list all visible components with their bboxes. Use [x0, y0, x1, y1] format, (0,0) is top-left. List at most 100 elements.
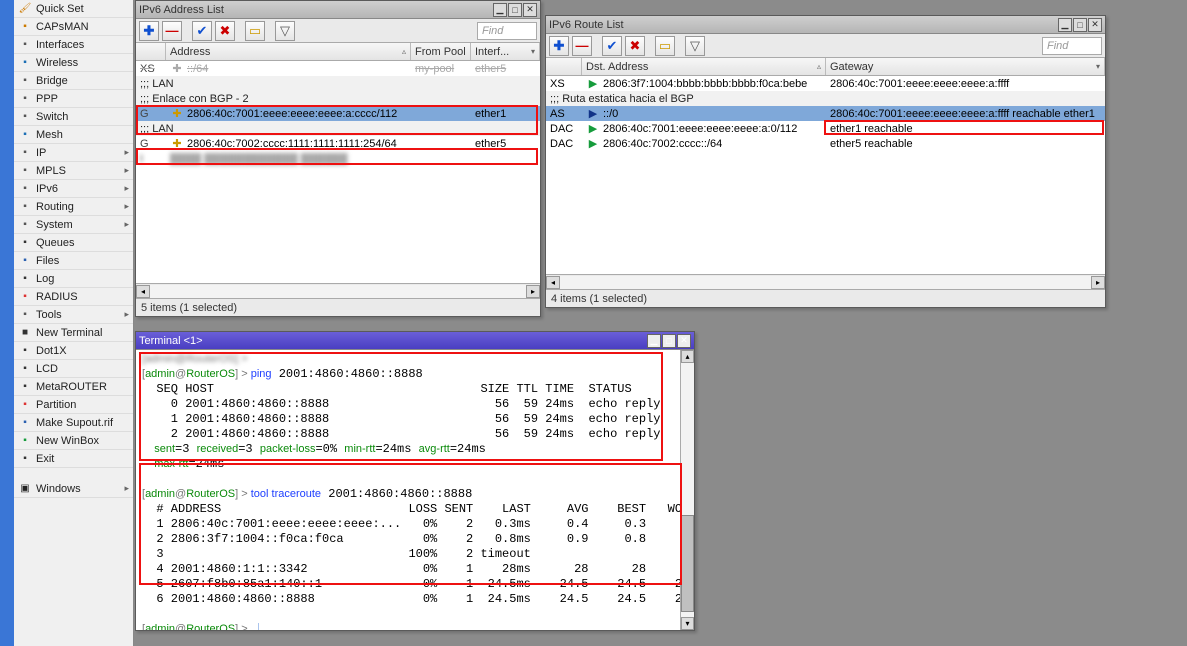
sidebar-item-tools[interactable]: ▪Tools▸ [14, 306, 133, 324]
titlebar[interactable]: IPv6 Route List ▁ □ ✕ [546, 16, 1105, 34]
table-row[interactable]: AS▶::/02806:40c:7001:eeee:eeee:eeee:a:ff… [546, 106, 1105, 121]
sidebar-item-bridge[interactable]: ▪Bridge [14, 72, 133, 90]
scroll-right-button[interactable]: ▸ [526, 285, 540, 298]
terminal-output[interactable]: [admin@RouterOS] > [admin@RouterOS] > pi… [136, 350, 680, 630]
menu-icon: ▪ [18, 182, 32, 196]
table-row[interactable]: DAC▶2806:40c:7002:cccc::/64ether5 reacha… [546, 136, 1105, 151]
maximize-button[interactable]: □ [1073, 18, 1087, 32]
maximize-button[interactable]: □ [662, 334, 676, 348]
scroll-left-button[interactable]: ◂ [546, 276, 560, 289]
sidebar-item-lcd[interactable]: ▪LCD [14, 360, 133, 378]
sidebar-item-interfaces[interactable]: ▪Interfaces [14, 36, 133, 54]
sidebar-item-radius[interactable]: ▪RADIUS [14, 288, 133, 306]
sidebar-item-new-winbox[interactable]: ▪New WinBox [14, 432, 133, 450]
sidebar-item-queues[interactable]: ▪Queues [14, 234, 133, 252]
scroll-thumb[interactable] [681, 515, 694, 612]
col-flag[interactable] [136, 43, 166, 60]
enable-button[interactable]: ✔ [192, 21, 212, 41]
col-dst[interactable]: Dst. Address▵ [582, 58, 826, 75]
add-button[interactable]: ✚ [139, 21, 159, 41]
sidebar-item-mesh[interactable]: ▪Mesh [14, 126, 133, 144]
maximize-button[interactable]: □ [508, 3, 522, 17]
filter-button[interactable]: ▽ [685, 36, 705, 56]
table-row[interactable]: DAC▶2806:40c:7001:eeee:eeee:eeee:a:0/112… [546, 121, 1105, 136]
sidebar-item-partition[interactable]: ▪Partition [14, 396, 133, 414]
sidebar-item-ip[interactable]: ▪IP▸ [14, 144, 133, 162]
sidebar-item-ipv6[interactable]: ▪IPv6▸ [14, 180, 133, 198]
vscrollbar[interactable]: ▴ ▾ [680, 350, 694, 630]
sidebar-handle [0, 0, 14, 646]
sidebar-item-wireless[interactable]: ▪Wireless [14, 54, 133, 72]
toolbar: ✚ — ✔ ✖ ▭ ▽ Find [136, 19, 540, 43]
terminal-window: Terminal <1> ▁ □ ✕ [admin@RouterOS] > [a… [135, 331, 695, 631]
sidebar-item-metarouter[interactable]: ▪MetaROUTER [14, 378, 133, 396]
menu-icon: ▪ [18, 56, 32, 70]
col-gateway[interactable]: Gateway▾ [826, 58, 1105, 75]
table-row[interactable]: G✚2806:40c:7002:cccc:1111:1111:1111:254/… [136, 136, 540, 151]
sidebar-item-dot1x[interactable]: ▪Dot1X [14, 342, 133, 360]
sidebar-item-routing[interactable]: ▪Routing▸ [14, 198, 133, 216]
titlebar[interactable]: Terminal <1> ▁ □ ✕ [136, 332, 694, 350]
sort-icon: ▵ [402, 47, 406, 56]
table-row[interactable]: G✚2806:40c:7001:eeee:eeee:eeee:a:cccc/11… [136, 106, 540, 121]
col-address[interactable]: Address▵ [166, 43, 411, 60]
sidebar-item-windows[interactable]: ▣Windows▸ [14, 480, 133, 498]
col-flag[interactable] [546, 58, 582, 75]
table-row[interactable]: XS▶2806:3f7:1004:bbbb:bbbb:bbbb:f0ca:beb… [546, 76, 1105, 91]
menu-icon: ▪ [18, 380, 32, 394]
comment-row: ;;; LAN [136, 78, 178, 90]
sidebar-item-new-terminal[interactable]: ■New Terminal [14, 324, 133, 342]
remove-button[interactable]: — [572, 36, 592, 56]
hscrollbar[interactable]: ◂▸ [546, 274, 1105, 289]
sidebar-item-quick-set[interactable]: 🖌Quick Set [14, 0, 133, 18]
window-title: IPv6 Address List [139, 4, 492, 16]
sidebar-item-exit[interactable]: ▪Exit [14, 450, 133, 468]
sidebar-item-switch[interactable]: ▪Switch [14, 108, 133, 126]
menu-icon: ▪ [18, 164, 32, 178]
sidebar-item-ppp[interactable]: ▪PPP [14, 90, 133, 108]
hscrollbar[interactable]: ◂▸ [136, 283, 540, 298]
sidebar-item-files[interactable]: ▪Files [14, 252, 133, 270]
close-button[interactable]: ✕ [677, 334, 691, 348]
comment-button[interactable]: ▭ [245, 21, 265, 41]
remove-button[interactable]: — [162, 21, 182, 41]
status-bar: 5 items (1 selected) [136, 298, 540, 316]
windows-icon: ▣ [18, 482, 32, 496]
disable-button[interactable]: ✖ [625, 36, 645, 56]
sidebar-label: Bridge [36, 75, 68, 87]
sidebar-item-capsman[interactable]: ▪CAPsMAN [14, 18, 133, 36]
minimize-button[interactable]: ▁ [1058, 18, 1072, 32]
close-button[interactable]: ✕ [1088, 18, 1102, 32]
sidebar-label: IP [36, 147, 46, 159]
scroll-left-button[interactable]: ◂ [136, 285, 150, 298]
sidebar-item-mpls[interactable]: ▪MPLS▸ [14, 162, 133, 180]
add-button[interactable]: ✚ [549, 36, 569, 56]
sidebar-label: Exit [36, 453, 54, 465]
comment-button[interactable]: ▭ [655, 36, 675, 56]
sidebar-label: Mesh [36, 129, 63, 141]
sidebar-item-log[interactable]: ▪Log [14, 270, 133, 288]
enable-button[interactable]: ✔ [602, 36, 622, 56]
sidebar-item-make-supout-rif[interactable]: ▪Make Supout.rif [14, 414, 133, 432]
minimize-button[interactable]: ▁ [647, 334, 661, 348]
addr-icon: ✚ [170, 62, 184, 75]
addr-icon: ✚ [170, 107, 184, 120]
sidebar-item-system[interactable]: ▪System▸ [14, 216, 133, 234]
close-button[interactable]: ✕ [523, 3, 537, 17]
col-pool[interactable]: From Pool [411, 43, 471, 60]
minimize-button[interactable]: ▁ [493, 3, 507, 17]
scroll-right-button[interactable]: ▸ [1091, 276, 1105, 289]
titlebar[interactable]: IPv6 Address List ▁ □ ✕ [136, 1, 540, 19]
scroll-up-button[interactable]: ▴ [681, 350, 694, 363]
route-icon: ▶ [586, 107, 600, 120]
grid-body[interactable]: XS✚::/64my-poolether5;;; LAN;;; Enlace c… [136, 61, 540, 283]
find-input[interactable]: Find [1042, 37, 1102, 55]
scroll-down-button[interactable]: ▾ [681, 617, 694, 630]
find-input[interactable]: Find [477, 22, 537, 40]
col-interface[interactable]: Interf...▾ [471, 43, 540, 60]
grid-body[interactable]: XS▶2806:3f7:1004:bbbb:bbbb:bbbb:f0ca:beb… [546, 76, 1105, 274]
menu-icon: ▪ [18, 38, 32, 52]
disable-button[interactable]: ✖ [215, 21, 235, 41]
ipv6-route-window: IPv6 Route List ▁ □ ✕ ✚ — ✔ ✖ ▭ ▽ Find D… [545, 15, 1106, 308]
filter-button[interactable]: ▽ [275, 21, 295, 41]
